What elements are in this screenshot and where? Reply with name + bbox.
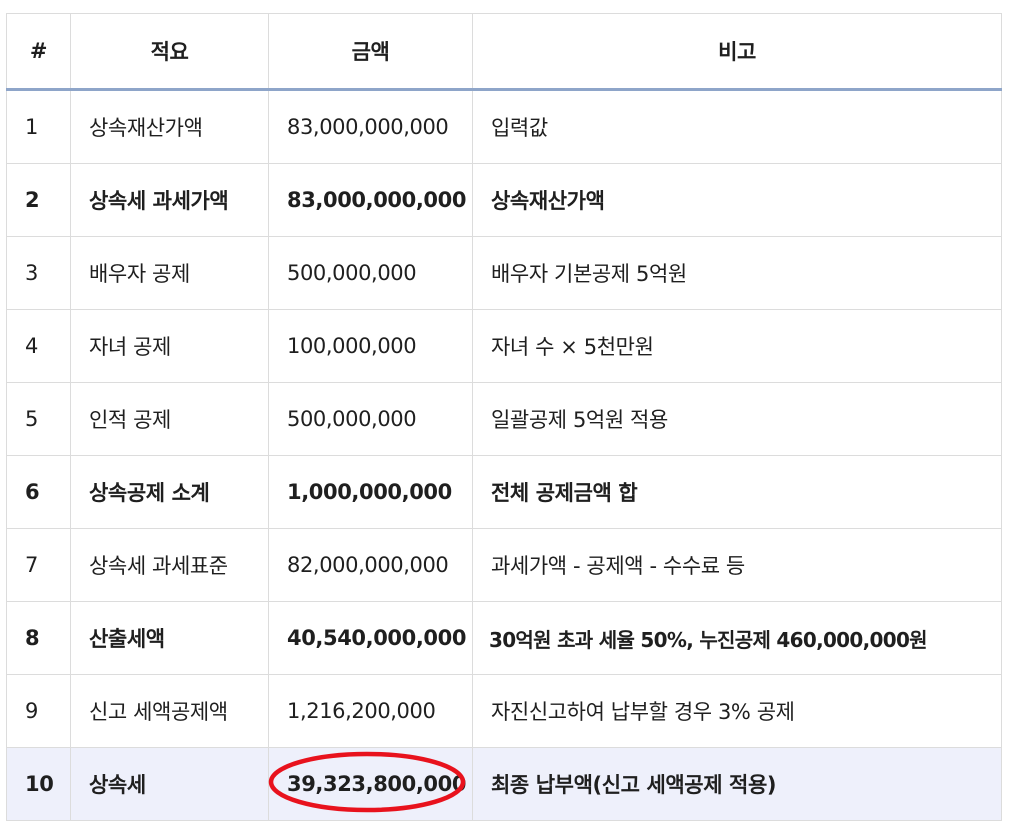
inheritance-tax-table: # 적요 금액 비고 1 상속재산가액 83,000,000,000 입력값 2…	[6, 13, 1002, 821]
header-note: 비고	[472, 13, 1002, 91]
row-amount: 83,000,000,000	[268, 89, 473, 164]
header-item: 적요	[70, 13, 269, 91]
header-row: # 적요 금액 비고	[6, 13, 1002, 91]
row-number: 4	[6, 309, 71, 383]
row-note: 자녀 수 × 5천만원	[472, 309, 1002, 383]
row-number: 10	[6, 747, 71, 821]
row-number: 3	[6, 236, 71, 310]
row-amount: 82,000,000,000	[268, 528, 473, 602]
row-amount: 1,216,200,000	[268, 674, 473, 748]
row-amount: 1,000,000,000	[268, 455, 473, 529]
header-number: #	[6, 13, 71, 91]
row-amount: 83,000,000,000	[268, 163, 473, 237]
row-amount: 500,000,000	[268, 236, 473, 310]
row-item: 상속세 과세가액	[70, 163, 269, 237]
table-row: 5 인적 공제 500,000,000 일괄공제 5억원 적용	[6, 382, 1002, 456]
row-item: 배우자 공제	[70, 236, 269, 310]
inheritance-tax-table-container: # 적요 금액 비고 1 상속재산가액 83,000,000,000 입력값 2…	[6, 13, 1002, 821]
table-row: 6 상속공제 소계 1,000,000,000 전체 공제금액 합	[6, 455, 1002, 529]
table-row: 3 배우자 공제 500,000,000 배우자 기본공제 5억원	[6, 236, 1002, 310]
row-number: 9	[6, 674, 71, 748]
row-number: 8	[6, 601, 71, 675]
row-item: 신고 세액공제액	[70, 674, 269, 748]
row-number: 2	[6, 163, 71, 237]
row-amount: 500,000,000	[268, 382, 473, 456]
table-row: 4 자녀 공제 100,000,000 자녀 수 × 5천만원	[6, 309, 1002, 383]
row-item: 상속재산가액	[70, 89, 269, 164]
table-body: 1 상속재산가액 83,000,000,000 입력값 2 상속세 과세가액 8…	[6, 89, 1002, 821]
row-item: 인적 공제	[70, 382, 269, 456]
table-row-final: 10 상속세 39,323,800,000 최종 납부액(신고 세액공제 적용)	[6, 747, 1002, 821]
row-amount: 100,000,000	[268, 309, 473, 383]
row-item: 상속세 과세표준	[70, 528, 269, 602]
table-row: 1 상속재산가액 83,000,000,000 입력값	[6, 89, 1002, 164]
row-item: 상속세	[70, 747, 269, 821]
row-note: 최종 납부액(신고 세액공제 적용)	[472, 747, 1002, 821]
row-note: 전체 공제금액 합	[472, 455, 1002, 529]
header-amount: 금액	[268, 13, 473, 91]
row-amount: 40,540,000,000	[268, 601, 473, 675]
row-note: 상속재산가액	[472, 163, 1002, 237]
row-note: 입력값	[472, 89, 1002, 164]
table-row: 2 상속세 과세가액 83,000,000,000 상속재산가액	[6, 163, 1002, 237]
row-number: 7	[6, 528, 71, 602]
row-number: 5	[6, 382, 71, 456]
table-row: 9 신고 세액공제액 1,216,200,000 자진신고하여 납부할 경우 3…	[6, 674, 1002, 748]
row-note: 30억원 초과 세율 50%, 누진공제 460,000,000원	[472, 601, 1002, 675]
row-number: 6	[6, 455, 71, 529]
row-note: 배우자 기본공제 5억원	[472, 236, 1002, 310]
table-row: 8 산출세액 40,540,000,000 30억원 초과 세율 50%, 누진…	[6, 601, 1002, 675]
table-header: # 적요 금액 비고	[6, 13, 1002, 91]
row-item: 상속공제 소계	[70, 455, 269, 529]
final-amount-text: 39,323,800,000	[287, 772, 467, 796]
row-note: 자진신고하여 납부할 경우 3% 공제	[472, 674, 1002, 748]
row-amount-highlighted: 39,323,800,000	[268, 747, 473, 821]
row-note: 과세가액 - 공제액 - 수수료 등	[472, 528, 1002, 602]
highlighted-amount: 39,323,800,000	[268, 751, 467, 813]
table-row: 7 상속세 과세표준 82,000,000,000 과세가액 - 공제액 - 수…	[6, 528, 1002, 602]
row-note: 일괄공제 5억원 적용	[472, 382, 1002, 456]
row-item: 자녀 공제	[70, 309, 269, 383]
row-item: 산출세액	[70, 601, 269, 675]
row-number: 1	[6, 89, 71, 164]
